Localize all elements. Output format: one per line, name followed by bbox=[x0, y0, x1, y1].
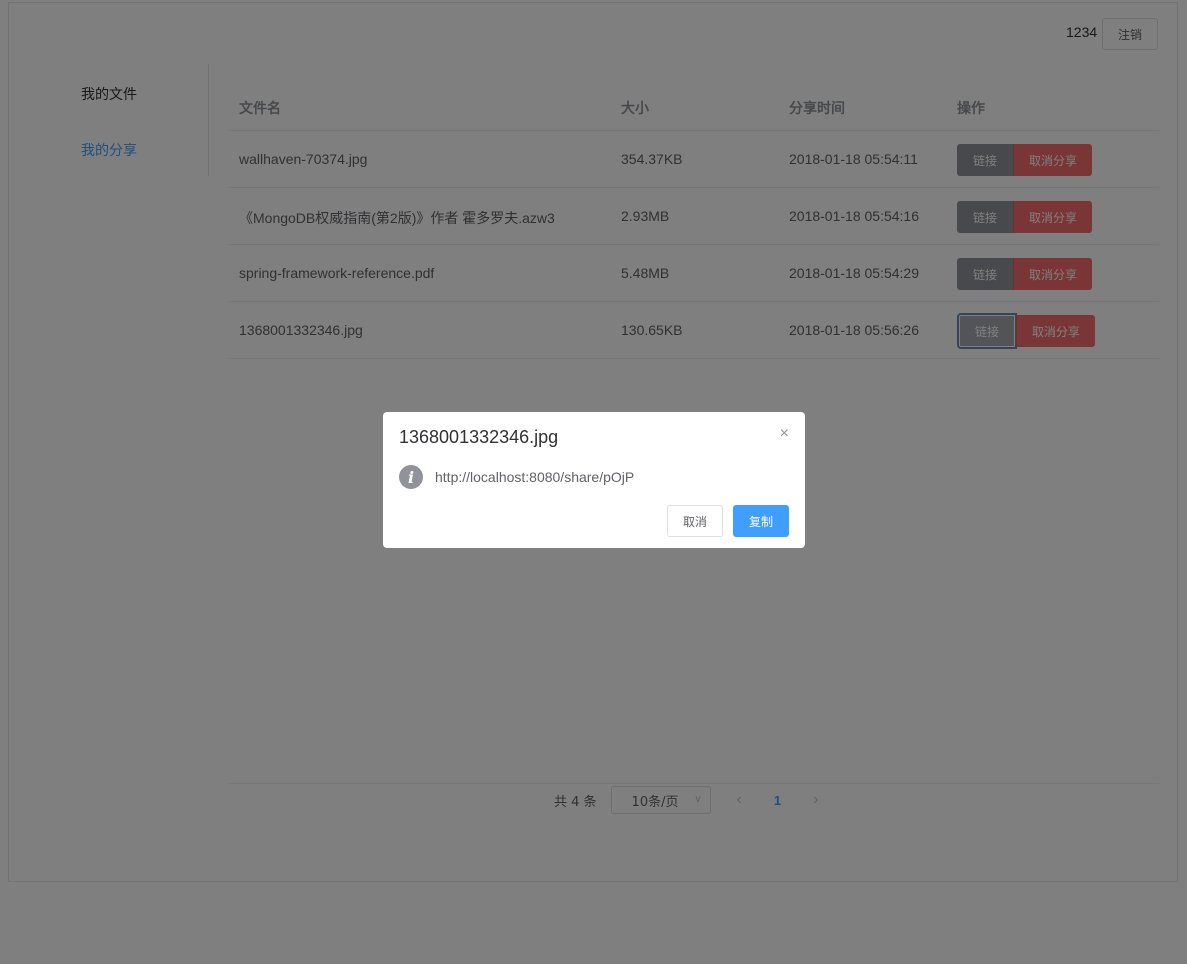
info-icon: i bbox=[399, 465, 423, 489]
copy-button[interactable]: 复制 bbox=[733, 505, 789, 537]
share-link-text: http://localhost:8080/share/pOjP bbox=[435, 469, 635, 485]
close-icon[interactable]: × bbox=[780, 426, 789, 442]
page: 1234 注销 我的文件 我的分享 文件名 大小 分享时间 操作 wallhav… bbox=[0, 0, 1187, 964]
dialog-title: 1368001332346.jpg bbox=[399, 427, 559, 447]
cancel-button[interactable]: 取消 bbox=[667, 505, 723, 537]
share-link-dialog: 1368001332346.jpg × i http://localhost:8… bbox=[383, 412, 805, 548]
